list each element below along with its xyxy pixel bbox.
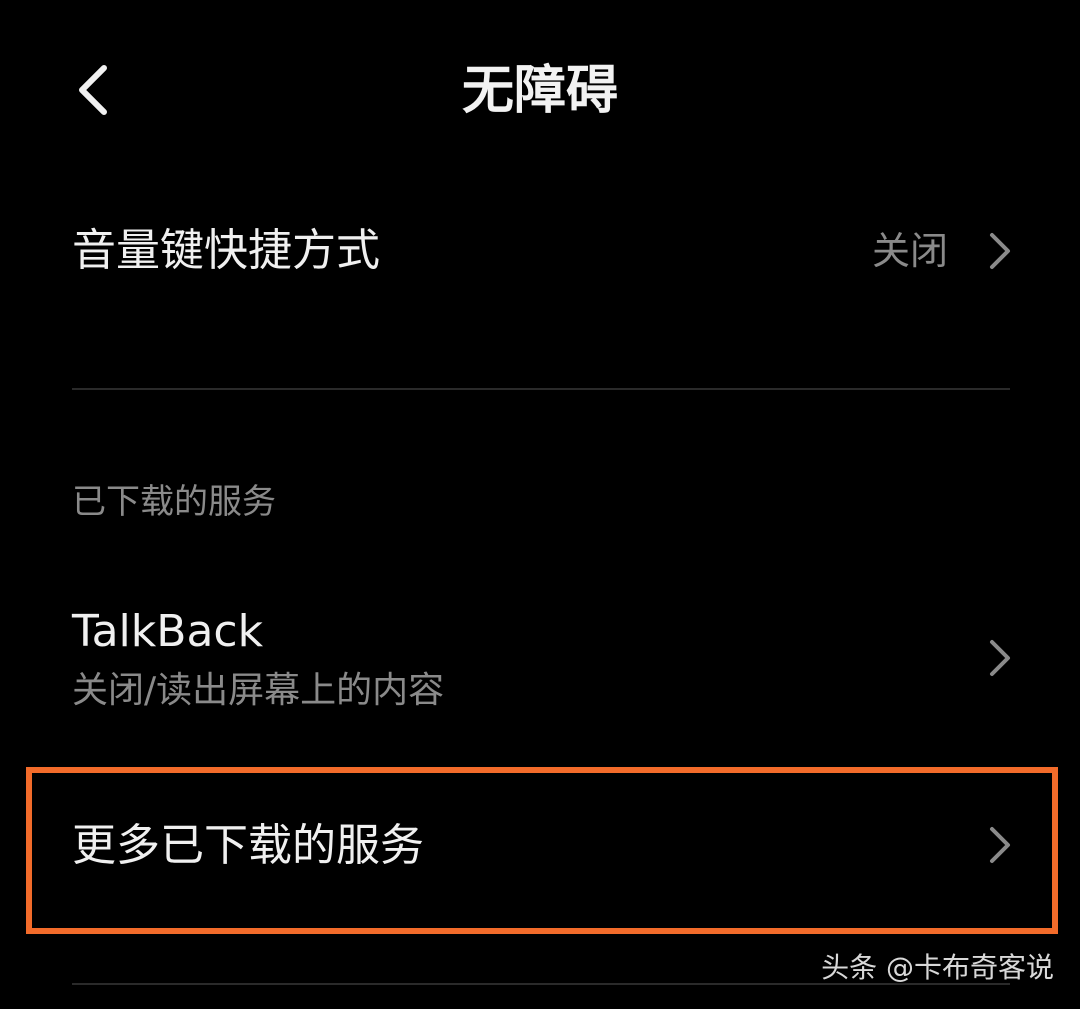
talkback-row[interactable]: TalkBack 关闭/读出屏幕上的内容	[0, 580, 1080, 740]
volume-shortcut-value: 关闭	[871, 229, 948, 273]
volume-shortcut-row[interactable]: 音量键快捷方式 关闭	[0, 185, 1080, 385]
watermark: 头条 @卡布奇客说	[821, 951, 1054, 984]
talkback-label: TalkBack	[72, 606, 264, 657]
more-downloaded-services-row[interactable]: 更多已下载的服务	[0, 773, 1080, 928]
header: 无障碍	[0, 0, 1080, 185]
talkback-subtitle: 关闭/读出屏幕上的内容	[72, 670, 445, 711]
more-downloaded-services-label: 更多已下载的服务	[72, 820, 424, 871]
chevron-right-icon	[990, 827, 1010, 863]
chevron-right-icon	[990, 640, 1010, 676]
chevron-right-icon	[990, 233, 1010, 269]
volume-shortcut-label: 音量键快捷方式	[72, 225, 380, 276]
page-title: 无障碍	[461, 61, 618, 121]
section-header-downloaded-services: 已下载的服务	[72, 482, 276, 522]
divider	[72, 388, 1010, 390]
